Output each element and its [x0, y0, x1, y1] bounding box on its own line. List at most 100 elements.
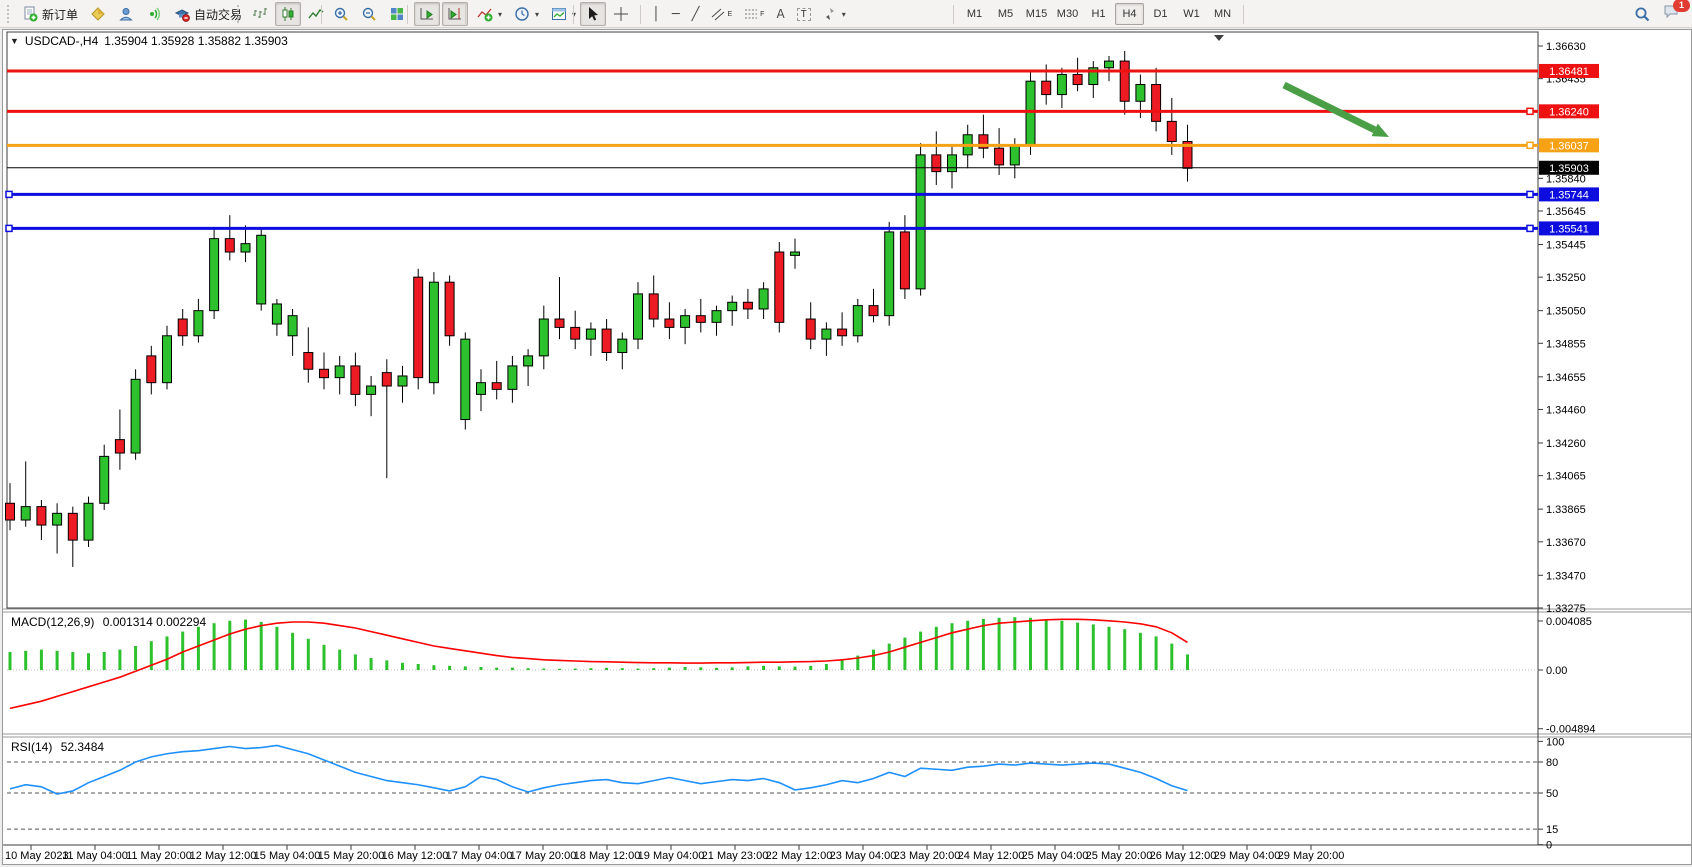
- price-badge-label: 1.36037: [1549, 140, 1589, 152]
- trendline-tool-button[interactable]: ╱: [687, 2, 705, 26]
- vertical-line-tool-button[interactable]: │: [647, 2, 665, 26]
- periods-button[interactable]: ▾: [509, 2, 544, 26]
- chart-collapse-icon[interactable]: ▼: [10, 36, 19, 46]
- chart-window[interactable]: 1.366301.364351.358401.356451.354451.352…: [2, 29, 1692, 865]
- clock-icon: [514, 6, 530, 22]
- search-button[interactable]: [1629, 2, 1656, 26]
- cursor-button[interactable]: [580, 2, 606, 26]
- arrows-tool-button[interactable]: ▾: [818, 2, 851, 26]
- candle-body: [1026, 81, 1035, 145]
- macd-axis-label: 0.004085: [1546, 616, 1592, 628]
- macd-histogram-bar: [589, 668, 592, 670]
- line-handle-left[interactable]: [6, 191, 12, 197]
- macd-axis-label: 0.00: [1546, 665, 1567, 677]
- macd-histogram-bar: [809, 666, 812, 670]
- macd-histogram-bar: [1123, 629, 1126, 670]
- timeframe-button-M5[interactable]: M5: [991, 3, 1020, 25]
- channel-tool-button[interactable]: E: [706, 2, 737, 26]
- toolbar-group-insert: ▾ ▾ ▾: [460, 2, 582, 26]
- indicators-icon: [477, 6, 493, 22]
- candle-body: [586, 329, 595, 339]
- macd-histogram-bar: [888, 644, 891, 670]
- new-order-label: 新订单: [42, 6, 78, 23]
- time-tick-label: 16 May 12:00: [382, 850, 449, 862]
- line-handle-right[interactable]: [1527, 225, 1533, 231]
- new-order-button[interactable]: 新订单: [17, 2, 83, 26]
- macd-histogram-bar: [166, 636, 169, 670]
- timeframe-button-M30[interactable]: M30: [1053, 3, 1082, 25]
- candle-body: [53, 513, 62, 525]
- toolbar-separator: [321, 5, 322, 24]
- line-handle-left[interactable]: [6, 225, 12, 231]
- macd-histogram-bar: [605, 668, 608, 670]
- candle-body: [696, 316, 705, 323]
- price-tick-label: 1.34460: [1546, 404, 1586, 416]
- timeframe-button-W1[interactable]: W1: [1177, 3, 1206, 25]
- fibonacci-tool-button[interactable]: F: [739, 2, 769, 26]
- toolbar-group-trade: 新订单 自动交易: [2, 2, 248, 26]
- price-tick-label: 1.33670: [1546, 537, 1586, 549]
- chevron-down-icon[interactable]: ▾: [535, 10, 539, 19]
- line-handle-right[interactable]: [1527, 191, 1533, 197]
- toolbar-grip[interactable]: [237, 5, 241, 23]
- macd-histogram-bar: [385, 660, 388, 670]
- chart-canvas[interactable]: 1.366301.364351.358401.356451.354451.352…: [3, 30, 1691, 862]
- rsi-axis-label: 80: [1546, 757, 1558, 769]
- macd-histogram-bar: [731, 667, 734, 670]
- auto-scroll-button[interactable]: [414, 2, 440, 26]
- toolbar-grip[interactable]: [7, 5, 11, 23]
- candle-body: [932, 155, 941, 172]
- timeframe-button-H1[interactable]: H1: [1084, 3, 1113, 25]
- signals-button[interactable]: [141, 2, 167, 26]
- candle-body: [822, 329, 831, 339]
- price-tick-label: 1.36630: [1546, 41, 1586, 53]
- main-toolbar: 新订单 自动交易: [0, 0, 1692, 28]
- chevron-down-icon[interactable]: ▾: [842, 10, 846, 19]
- line-handle-right[interactable]: [1527, 108, 1533, 114]
- candle-body: [869, 306, 878, 316]
- timeframe-button-M1[interactable]: M1: [960, 3, 989, 25]
- trend-arrow-annotation[interactable]: [1284, 85, 1375, 130]
- zoom-in-button[interactable]: [328, 2, 354, 26]
- timeframe-button-H4[interactable]: H4: [1115, 3, 1144, 25]
- label-tool-button[interactable]: T: [792, 2, 816, 26]
- candlestick-chart-button[interactable]: [275, 2, 301, 26]
- price-badge-label: 1.36240: [1549, 106, 1589, 118]
- candle-body: [147, 356, 156, 383]
- time-tick-label: 29 May 20:00: [1278, 850, 1345, 862]
- macd-histogram-bar: [103, 652, 106, 670]
- community-button[interactable]: [113, 2, 139, 26]
- macd-axis-label: -0.004894: [1546, 724, 1596, 736]
- timeframe-button-M15[interactable]: M15: [1022, 3, 1051, 25]
- candle-body: [272, 304, 281, 324]
- horizontal-line-tool-button[interactable]: ─: [667, 2, 685, 26]
- timeframe-button-MN[interactable]: MN: [1208, 3, 1237, 25]
- candle-body: [775, 252, 784, 322]
- macd-histogram-bar: [1139, 633, 1142, 670]
- timeframe-button-D1[interactable]: D1: [1146, 3, 1175, 25]
- notifications-button[interactable]: 1: [1658, 2, 1685, 26]
- macd-values: 0.001314 0.002294: [103, 615, 206, 629]
- macd-histogram-bar: [40, 650, 43, 670]
- crosshair-button[interactable]: [608, 2, 634, 26]
- candle-body: [1105, 61, 1114, 68]
- chevron-down-icon[interactable]: ▾: [498, 10, 502, 19]
- indicators-button[interactable]: ▾: [472, 2, 507, 26]
- chart-shift-marker[interactable]: [1214, 35, 1224, 41]
- macd-histogram-bar: [542, 669, 545, 670]
- macd-histogram-bar: [323, 645, 326, 670]
- text-tool-button[interactable]: A: [771, 2, 789, 26]
- macd-histogram-bar: [448, 666, 451, 670]
- macd-histogram-bar: [951, 623, 954, 670]
- time-tick-label: 19 May 04:00: [638, 850, 705, 862]
- time-tick-label: 17 May 04:00: [446, 850, 513, 862]
- bar-chart-button[interactable]: [247, 2, 273, 26]
- line-handle-right[interactable]: [1527, 142, 1533, 148]
- zoom-out-button[interactable]: [356, 2, 382, 26]
- macd-histogram-bar: [1170, 644, 1173, 670]
- macd-signal-line: [10, 619, 1188, 708]
- chart-ohlc-values: 1.35904 1.35928 1.35882 1.35903: [104, 34, 288, 48]
- market-button[interactable]: [85, 2, 111, 26]
- fibonacci-tool-suffix: F: [760, 11, 764, 18]
- rsi-axis-label: 0: [1546, 840, 1552, 852]
